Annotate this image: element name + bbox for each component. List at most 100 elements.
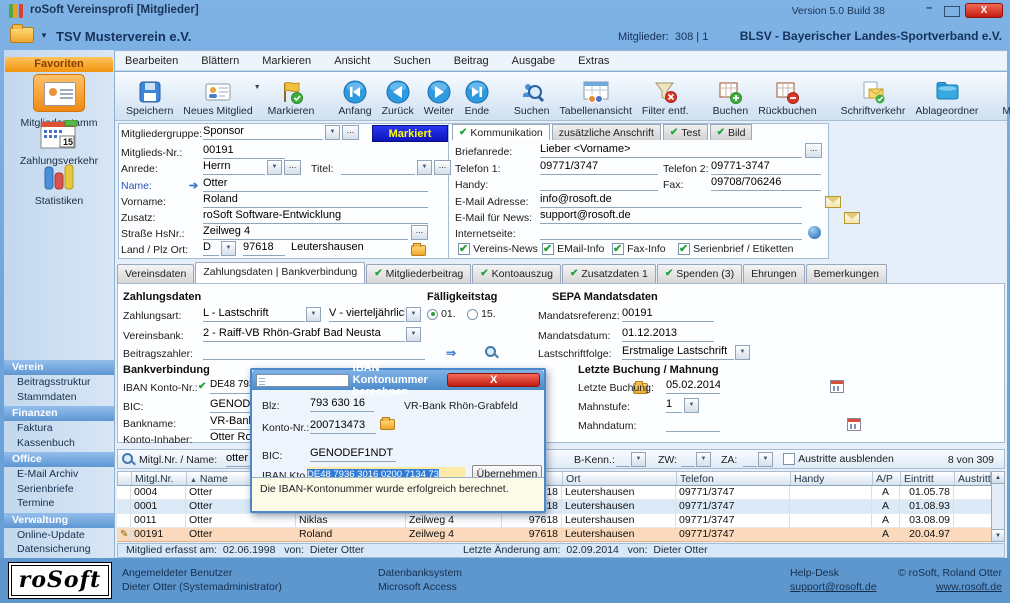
col-austritt[interactable]: Austritt <box>955 472 992 485</box>
last-record-button[interactable]: Ende <box>459 79 495 117</box>
za-field[interactable] <box>743 452 757 467</box>
ort-field[interactable]: Leutershausen <box>291 241 405 256</box>
gruppe-field[interactable]: Sponsor <box>203 125 323 140</box>
mahndatum-calendar-icon[interactable] <box>847 418 861 431</box>
faellig-radio-15[interactable]: 15. <box>467 308 496 320</box>
mandatsdatum-field[interactable]: 01.12.2013 <box>622 327 714 342</box>
scroll-up-icon[interactable]: ▲ <box>992 472 1004 484</box>
bkenn-dropdown-button[interactable]: ▼ <box>631 452 646 467</box>
sidebar-item-statistiken[interactable]: Statistiken <box>4 162 114 207</box>
beitragszahler-goto-icon[interactable]: ⇒ <box>446 346 456 360</box>
letzte-buchung-field[interactable]: 05.02.2014 <box>666 379 720 394</box>
mark-button[interactable]: Markieren <box>263 79 320 117</box>
col-ort[interactable]: Ort <box>563 472 677 485</box>
tab-zahlungsdaten[interactable]: Zahlungsdaten | Bankverbindung <box>195 262 365 283</box>
bkenn-field[interactable] <box>616 452 630 467</box>
tab-zusaetzliche-anschrift[interactable]: zusätzliche Anschrift <box>552 124 661 140</box>
mahndatum-field[interactable] <box>666 417 720 432</box>
land-field[interactable]: D <box>203 241 219 256</box>
col-handy[interactable]: Handy <box>791 472 873 485</box>
scroll-down-icon[interactable]: ▼ <box>992 529 1004 541</box>
email-field[interactable]: info@rosoft.de <box>540 193 802 208</box>
club-folder-icon[interactable] <box>10 27 34 43</box>
dialog-close-button[interactable]: X <box>447 373 540 387</box>
email-info-checkbox[interactable]: EMail-Info <box>542 243 604 255</box>
anrede-dropdown-button[interactable]: ▼ <box>267 160 282 175</box>
col-eintritt[interactable]: Eintritt <box>901 472 955 485</box>
handy-field[interactable] <box>540 176 658 191</box>
sidebar-item-faktura[interactable]: Faktura <box>4 421 114 436</box>
beitragszahler-field[interactable] <box>203 345 425 360</box>
anrede-ellipsis-button[interactable]: ... <box>284 160 301 175</box>
menu-extras[interactable]: Extras <box>568 52 619 67</box>
serienbrief-checkbox[interactable]: Serienbrief / Etiketten <box>678 243 793 255</box>
land-dropdown-button[interactable]: ▼ <box>221 241 236 256</box>
correspondence-button[interactable]: Schriftverkehr <box>836 79 911 117</box>
vereinsnews-checkbox[interactable]: Vereins-News <box>458 243 538 255</box>
zw-dropdown-button[interactable]: ▼ <box>696 452 711 467</box>
vereinsbank-field[interactable]: 2 - Raiff-VB Rhön-Grabf Bad Neusta <box>203 327 405 342</box>
letzte-buchung-calendar-icon[interactable] <box>830 380 844 393</box>
tab-kommunikation[interactable]: ✔Kommunikation <box>452 124 550 140</box>
za-dropdown-button[interactable]: ▼ <box>758 452 773 467</box>
tab-ehrungen[interactable]: Ehrungen <box>743 264 805 283</box>
menu-markieren[interactable]: Markieren <box>252 52 321 67</box>
sidebar-item-beitragsstruktur[interactable]: Beitragsstruktur <box>4 375 114 390</box>
vorname-field[interactable]: Roland <box>203 193 428 208</box>
zahlungsart-dropdown-button[interactable]: ▼ <box>306 307 321 322</box>
strasse-ellipsis-button[interactable]: ... <box>411 225 428 240</box>
sidebar-item-kassenbuch[interactable]: Kassenbuch <box>4 436 114 451</box>
next-record-button[interactable]: Weiter <box>419 79 459 117</box>
vereinsbank-dropdown-button[interactable]: ▼ <box>406 327 421 342</box>
table-row[interactable]: 0011 Otter Niklas Zeilweg 4 97618 Leuter… <box>117 514 991 528</box>
briefanrede-ellipsis-button[interactable]: ... <box>805 143 822 158</box>
table-row-selected[interactable]: ✎ 00191 Otter Roland Zeilweg 4 97618 Leu… <box>117 528 991 542</box>
col-ap[interactable]: A/P <box>873 472 901 485</box>
book-button[interactable]: Buchen <box>708 79 754 117</box>
ort-folder-icon[interactable] <box>411 245 426 256</box>
gruppe-ellipsis-button[interactable]: ... <box>342 125 359 140</box>
table-view-button[interactable]: Tabellenansicht <box>555 79 637 117</box>
maximize-button[interactable] <box>944 6 960 17</box>
fax-info-checkbox[interactable]: Fax-Info <box>612 243 666 255</box>
mandatsreferenz-field[interactable]: 00191 <box>622 307 714 322</box>
footer-help-link[interactable]: support@rosoft.de <box>790 580 877 594</box>
club-dropdown-icon[interactable]: ▼ <box>40 31 48 40</box>
nr-field[interactable]: 00191 <box>203 144 285 159</box>
faellig-radio-01[interactable]: 01. <box>427 308 456 320</box>
dlg-konto-field[interactable]: 200713473 <box>310 419 376 434</box>
tab-kontoauszug[interactable]: ✔Kontoauszug <box>472 264 561 283</box>
dlg-bic-field[interactable]: GENODEF1NDT <box>310 447 396 462</box>
briefanrede-field[interactable]: Lieber <Vorname> <box>540 143 802 158</box>
plz-field[interactable]: 97618 <box>243 241 285 256</box>
austritte-checkbox[interactable]: Austritte ausblenden <box>783 453 894 465</box>
tab-zusatzdaten[interactable]: ✔Zusatzdaten 1 <box>562 264 656 283</box>
new-member-dropdown-icon[interactable]: ▼ <box>254 84 261 91</box>
table-scrollbar[interactable]: ▲ ▼ <box>991 471 1005 542</box>
menu-bearbeiten[interactable]: Bearbeiten <box>115 52 188 67</box>
intervall-field[interactable]: V - vierteljährlich <box>329 307 405 322</box>
menu-ausgabe[interactable]: Ausgabe <box>502 52 565 67</box>
tel2-field[interactable]: 09771-3747 <box>711 160 821 175</box>
table-row[interactable]: 0001 Otter 97618 Leutershausen 09771/374… <box>117 500 991 514</box>
menu-ansicht[interactable]: Ansicht <box>324 52 380 67</box>
lastschriftfolge-field[interactable]: Erstmalige Lastschrift <box>622 345 734 360</box>
previous-record-button[interactable]: Zurück <box>377 79 419 117</box>
tab-bemerkungen[interactable]: Bemerkungen <box>806 264 887 283</box>
tab-vereinsdaten[interactable]: Vereinsdaten <box>117 264 194 283</box>
globe-icon[interactable] <box>808 226 821 239</box>
col-mitglnr[interactable]: Mitgl.Nr. <box>132 472 187 485</box>
footer-web-link[interactable]: www.rosoft.de <box>898 580 1002 594</box>
save-button[interactable]: Speichern <box>121 79 178 117</box>
minimize-button[interactable]: – <box>919 3 939 18</box>
internet-field[interactable] <box>540 225 802 240</box>
mahnstufe-field[interactable]: 1 <box>666 398 682 413</box>
name-field[interactable]: Otter <box>203 177 428 192</box>
sidebar-item-stammdaten[interactable]: Stammdaten <box>4 390 114 405</box>
titel-dropdown-button[interactable]: ▼ <box>417 160 432 175</box>
col-telefon[interactable]: Telefon <box>677 472 791 485</box>
tab-test[interactable]: ✔Test <box>663 124 708 140</box>
dlg-blz-folder-icon[interactable] <box>380 419 395 430</box>
filing-folder-button[interactable]: Ablageordner <box>910 79 983 117</box>
menu-suchen[interactable]: Suchen <box>383 52 440 67</box>
